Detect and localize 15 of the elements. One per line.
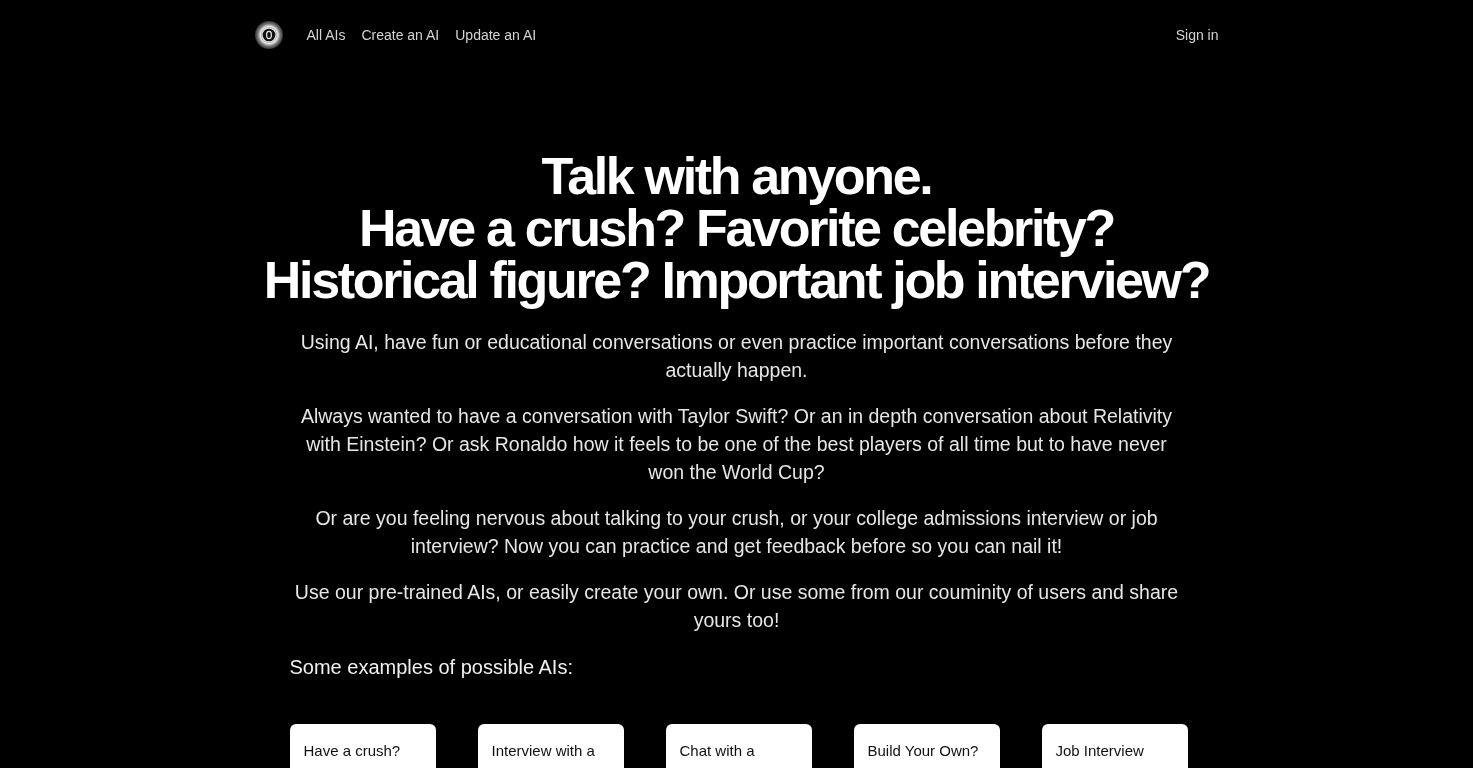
intro-paragraph: Or are you feeling nervous about talking to your crush, or your college admissions interview or job interview? Now you can practice and get feedback before so you can nail it!	[314, 506, 1159, 559]
example-card[interactable]: Build Your Own?	[853, 724, 1000, 768]
nav-link[interactable]: All AIs	[306, 24, 346, 46]
sign-in-link[interactable]: Sign in	[1175, 24, 1219, 46]
example-card[interactable]: Interview with a	[477, 724, 624, 768]
examples-heading: Some examples of possible AIs:	[289, 655, 574, 680]
intro-paragraph: Always wanted to have a conversation with Taylor Swift? Or an in depth conversation about Relativity with Einstein? Or ask Ronaldo how it feels to be one of the best players of all time but to have never won the World Cup?	[299, 404, 1174, 485]
intro-paragraph: Using AI, have fun or educational conversations or even practice important conversations before they actually happen.	[299, 330, 1174, 383]
example-card[interactable]: Have a crush?	[289, 724, 436, 768]
nav-link[interactable]: Update an AI	[455, 24, 537, 46]
logo-icon[interactable]	[254, 21, 283, 49]
nav-link[interactable]: Create an AI	[361, 24, 440, 46]
example-card[interactable]: Chat with a	[665, 724, 812, 768]
intro-paragraph: Use our pre-trained AIs, or easily create your own. Or use some from our couminity of users and share yours too!	[293, 580, 1180, 633]
example-card[interactable]: Job Interview	[1041, 724, 1188, 768]
